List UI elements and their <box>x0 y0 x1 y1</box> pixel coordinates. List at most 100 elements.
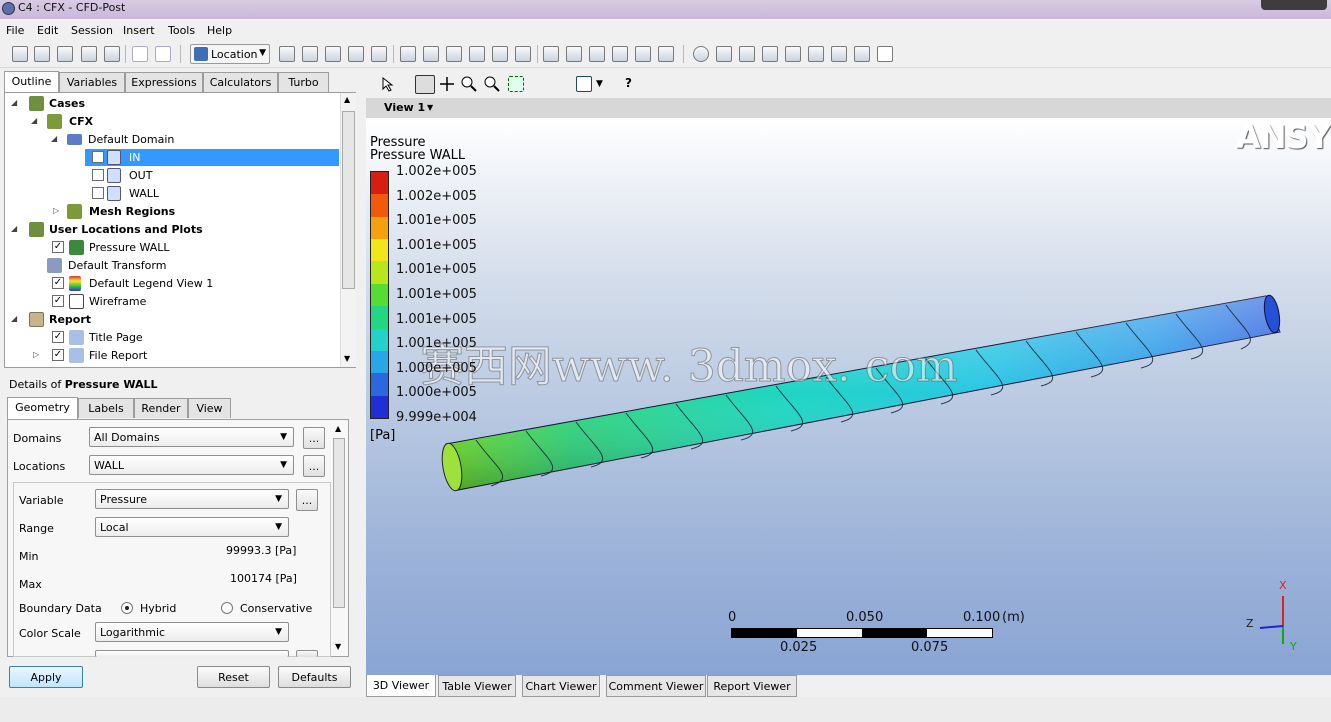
save-state-icon[interactable] <box>57 46 73 62</box>
scroll-down-icon[interactable]: ▼ <box>344 354 350 363</box>
scrollbar-thumb[interactable] <box>342 111 355 289</box>
tab-expressions[interactable]: Expressions <box>125 72 203 92</box>
tree-item-in[interactable]: IN <box>85 149 339 166</box>
hybrid-radio[interactable] <box>121 602 133 614</box>
tree-item-cfx[interactable]: ◢ CFX <box>31 113 331 130</box>
vector-icon[interactable] <box>279 46 295 62</box>
reset-button[interactable]: Reset <box>197 666 270 688</box>
collapse-arrow-icon[interactable]: ◢ <box>11 314 17 323</box>
scroll-up-icon[interactable]: ▲ <box>344 95 350 104</box>
chevron-down-icon[interactable]: ▼ <box>427 103 433 112</box>
streamline-icon[interactable] <box>325 46 341 62</box>
tab-table-viewer[interactable]: Table Viewer <box>438 675 516 697</box>
3d-viewport[interactable]: 赛西网www. 3dmox. com ANSY Pressure Pressur… <box>366 118 1331 675</box>
visibility-checkbox[interactable]: ✓ <box>52 241 64 253</box>
visibility-checkbox[interactable] <box>92 187 104 199</box>
scroll-up-icon[interactable]: ▲ <box>335 424 341 433</box>
tab-turbo[interactable]: Turbo <box>278 72 329 92</box>
zoom-icon[interactable] <box>461 76 477 92</box>
color-map-icon[interactable] <box>515 46 531 62</box>
tab-calculators[interactable]: Calculators <box>203 72 278 92</box>
pan-icon[interactable] <box>439 76 455 92</box>
tree-item-user-locations[interactable]: ◢ User Locations and Plots <box>11 221 331 238</box>
tree-item-default-transform[interactable]: Default Transform <box>45 257 325 274</box>
range-select[interactable]: Local ▼ <box>95 517 289 537</box>
menu-file[interactable]: File <box>6 24 24 37</box>
coordinate-frame-icon[interactable] <box>423 46 439 62</box>
fit-view-icon[interactable] <box>508 76 524 92</box>
quick-editor-icon[interactable] <box>739 46 755 62</box>
figure-icon[interactable] <box>658 46 674 62</box>
contour-icon[interactable] <box>302 46 318 62</box>
tab-variables[interactable]: Variables <box>59 72 125 92</box>
refresh-icon[interactable] <box>81 46 97 62</box>
window-controls[interactable] <box>1261 0 1327 10</box>
text-icon[interactable] <box>400 46 416 62</box>
menu-edit[interactable]: Edit <box>37 24 58 37</box>
tree-scrollbar[interactable]: ▲ ▼ <box>340 93 356 367</box>
undo-icon[interactable] <box>132 46 148 62</box>
tab-labels[interactable]: Labels <box>78 398 134 418</box>
legend-icon[interactable] <box>446 46 462 62</box>
tree-item-pressure-wall[interactable]: ✓ Pressure WALL <box>51 239 331 256</box>
tab-report-viewer[interactable]: Report Viewer <box>707 675 797 697</box>
table-icon[interactable] <box>589 46 605 62</box>
chevron-down-icon[interactable]: ▼ <box>596 79 603 89</box>
tree-item-mesh-regions[interactable]: ▷ Mesh Regions <box>51 203 331 220</box>
function-calculator-icon[interactable] <box>785 46 801 62</box>
color-map-browse-button[interactable] <box>296 650 318 657</box>
details-scrollbar[interactable]: ▲ ▼ <box>332 424 346 654</box>
instance-transform-icon[interactable] <box>469 46 485 62</box>
probe-icon[interactable] <box>762 46 778 62</box>
visibility-checkbox[interactable]: ✓ <box>52 277 64 289</box>
chart-icon[interactable] <box>612 46 628 62</box>
tree-item-out[interactable]: OUT <box>85 167 339 184</box>
tree-item-wireframe[interactable]: ✓ Wireframe <box>51 293 331 310</box>
case-comparison-icon[interactable] <box>854 46 870 62</box>
tree-item-wall[interactable]: WALL <box>85 185 339 202</box>
tab-3d-viewer[interactable]: 3D Viewer <box>366 675 436 697</box>
menu-session[interactable]: Session <box>71 24 113 37</box>
domains-browse-button[interactable]: ... <box>303 427 325 449</box>
menu-help[interactable]: Help <box>207 24 232 37</box>
view-selector[interactable]: View 1 <box>384 101 425 114</box>
app-icon[interactable] <box>2 2 15 15</box>
command-editor-icon[interactable] <box>877 46 893 62</box>
viewport-layout-icon[interactable] <box>576 76 592 92</box>
new-case-icon[interactable] <box>12 46 28 62</box>
tab-chart-viewer[interactable]: Chart Viewer <box>522 675 600 697</box>
visibility-checkbox[interactable]: ✓ <box>52 331 64 343</box>
variable-icon[interactable] <box>543 46 559 62</box>
timestep-icon[interactable] <box>693 46 709 62</box>
clip-plane-icon[interactable] <box>492 46 508 62</box>
expand-arrow-icon[interactable]: ▷ <box>33 350 39 359</box>
screenshot-icon[interactable] <box>104 46 120 62</box>
menu-insert[interactable]: Insert <box>123 24 155 37</box>
visibility-checkbox[interactable] <box>92 151 104 163</box>
visibility-checkbox[interactable]: ✓ <box>52 295 64 307</box>
tab-render[interactable]: Render <box>134 398 188 418</box>
scrollbar-thumb[interactable] <box>333 438 345 608</box>
locations-browse-button[interactable]: ... <box>303 455 325 477</box>
expand-arrow-icon[interactable]: ▷ <box>53 206 59 215</box>
collapse-arrow-icon[interactable]: ◢ <box>31 116 37 125</box>
expression-icon[interactable] <box>566 46 582 62</box>
tree-item-default-domain[interactable]: ◢ Default Domain <box>51 131 331 148</box>
color-scale-select[interactable]: Logarithmic ▼ <box>95 622 289 642</box>
tree-item-file-report[interactable]: ▷ ✓ File Report <box>31 347 331 364</box>
scroll-down-icon[interactable]: ▼ <box>335 642 341 651</box>
menu-tools[interactable]: Tools <box>168 24 195 37</box>
visibility-checkbox[interactable]: ✓ <box>52 349 64 361</box>
domains-select[interactable]: All Domains ▼ <box>89 427 294 447</box>
locations-select[interactable]: WALL ▼ <box>89 455 294 475</box>
variable-select[interactable]: Pressure ▼ <box>95 489 289 509</box>
collapse-arrow-icon[interactable]: ◢ <box>51 134 57 143</box>
animation-icon[interactable] <box>716 46 732 62</box>
tree-item-title-page[interactable]: ✓ Title Page <box>51 329 331 346</box>
visibility-checkbox[interactable] <box>92 169 104 181</box>
tree-item-cases[interactable]: ◢ Cases <box>11 95 331 112</box>
color-map-select[interactable] <box>95 650 289 657</box>
macro-calculator-icon[interactable] <box>808 46 824 62</box>
particle-track-icon[interactable] <box>348 46 364 62</box>
tree-item-report[interactable]: ◢ Report <box>11 311 331 328</box>
